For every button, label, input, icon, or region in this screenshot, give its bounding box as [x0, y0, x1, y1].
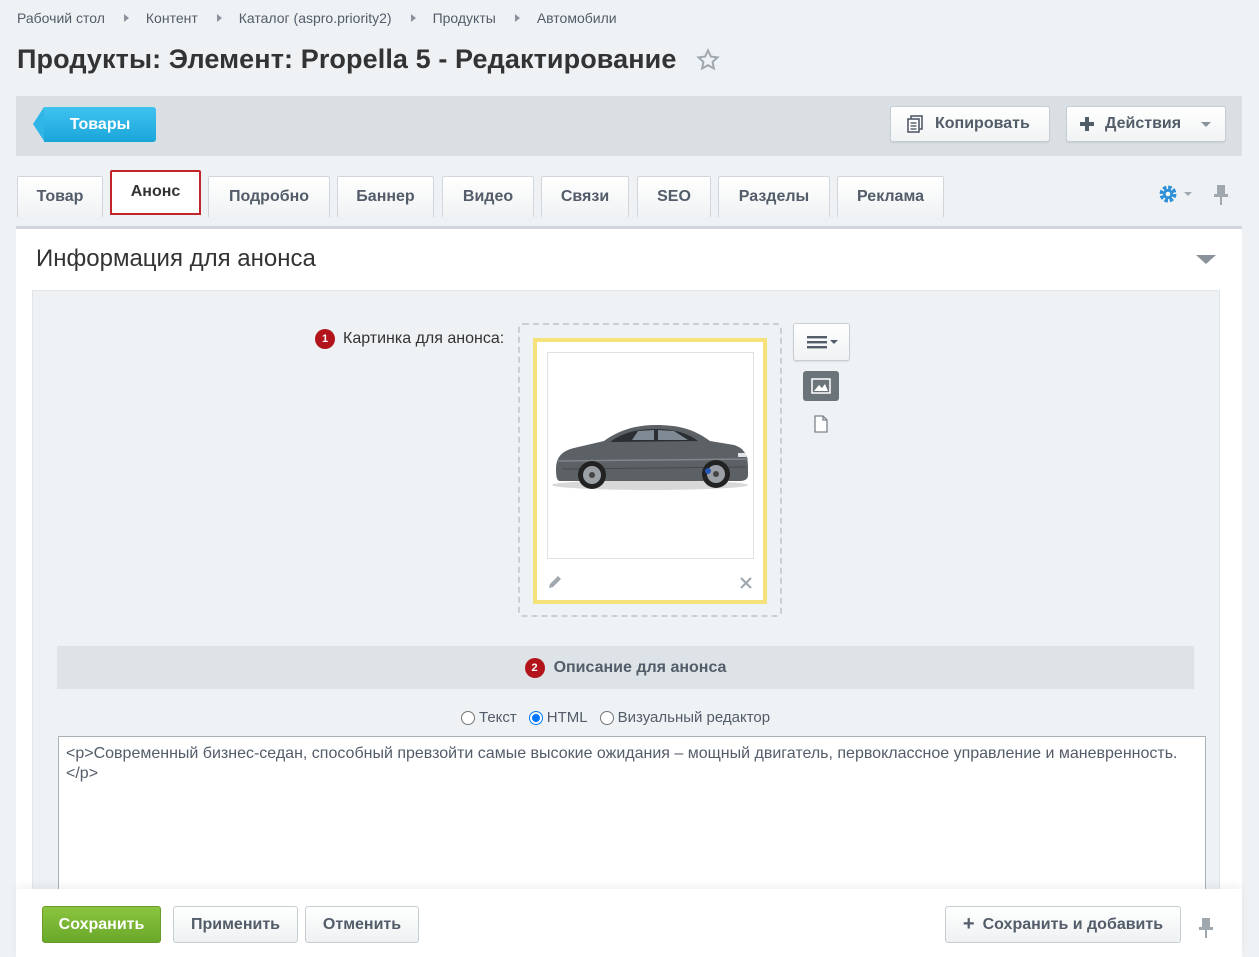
tab-seo[interactable]: SEO [637, 176, 711, 217]
picture-field-label-text: Картинка для анонса: [343, 330, 505, 347]
radio-visual-editor[interactable] [599, 710, 614, 725]
image-tools [793, 323, 850, 433]
breadcrumb: Рабочий стол Контент Каталог (aspro.prio… [17, 10, 617, 26]
plus-icon [1079, 116, 1095, 132]
tab-banner[interactable]: Баннер [337, 176, 434, 217]
menu-icon [806, 336, 838, 349]
tab-video[interactable]: Видео [442, 176, 534, 217]
mode-option-visual[interactable]: Визуальный редактор [599, 709, 771, 726]
breadcrumb-separator-icon [514, 14, 520, 22]
pin-icon[interactable] [1197, 916, 1215, 940]
mode-option-label: Визуальный редактор [617, 709, 771, 726]
section-body: 1 Картинка для анонса: 2 Описание для ан… [32, 290, 1220, 957]
breadcrumb-item-cars[interactable]: Автомобили [537, 10, 617, 26]
mode-option-label: HTML [546, 709, 588, 726]
breadcrumb-separator-icon [216, 14, 222, 22]
mode-option-text[interactable]: Текст [461, 709, 517, 726]
tab-links[interactable]: Связи [541, 176, 629, 217]
pin-icon[interactable] [1212, 183, 1230, 207]
breadcrumb-item-products[interactable]: Продукты [433, 10, 496, 26]
image-dropzone[interactable] [518, 323, 782, 617]
save-button[interactable]: Сохранить [42, 906, 161, 943]
page-title: Продукты: Элемент: Propella 5 - Редактир… [17, 44, 677, 74]
picture-field-label: 1 Картинка для анонса: [315, 329, 504, 349]
close-icon[interactable] [739, 576, 753, 590]
breadcrumb-item-desktop[interactable]: Рабочий стол [17, 10, 105, 26]
file-icon[interactable] [813, 415, 829, 433]
breadcrumb-item-catalog[interactable]: Каталог (aspro.priority2) [239, 10, 392, 26]
car-image [552, 425, 749, 490]
field-number-badge: 1 [315, 329, 335, 349]
actions-button[interactable]: Действия [1066, 106, 1226, 142]
tab-advertising[interactable]: Реклама [837, 176, 944, 217]
pencil-icon[interactable] [547, 574, 563, 590]
copy-button[interactable]: Копировать [890, 106, 1050, 142]
radio-text[interactable] [461, 710, 475, 725]
image-preview[interactable] [547, 352, 754, 559]
tab-details[interactable]: Подробно [208, 176, 330, 217]
cancel-button[interactable]: Отменить [305, 906, 419, 943]
save-and-add-button[interactable]: + Сохранить и добавить [945, 906, 1181, 943]
title-row: Продукты: Элемент: Propella 5 - Редактир… [17, 44, 721, 75]
chevron-down-icon [1184, 192, 1192, 196]
apply-button[interactable]: Применить [173, 906, 298, 943]
image-upload-button[interactable] [803, 371, 839, 401]
actions-button-label: Действия [1105, 115, 1182, 132]
tab-product[interactable]: Товар [17, 176, 103, 217]
tab-settings-button[interactable] [1158, 184, 1192, 204]
plus-icon: + [962, 913, 975, 935]
mode-option-html[interactable]: HTML [528, 709, 588, 726]
description-field-label: Описание для анонса [553, 658, 727, 676]
image-card [533, 338, 767, 604]
content-panel: Информация для анонса 1 Картинка для ано… [16, 226, 1242, 957]
gear-icon [1159, 185, 1177, 203]
breadcrumb-separator-icon [410, 14, 416, 22]
field-number-badge: 2 [524, 657, 545, 678]
save-and-add-label: Сохранить и добавить [982, 915, 1164, 933]
tab-announce[interactable]: Анонс [110, 170, 201, 215]
star-icon[interactable] [696, 47, 721, 72]
back-to-goods-button[interactable]: Товары [33, 107, 156, 142]
mode-option-label: Текст [479, 709, 517, 726]
image-menu-button[interactable] [793, 323, 850, 361]
description-mode-selector: Текст HTML Визуальный редактор [461, 709, 782, 726]
breadcrumb-separator-icon [123, 14, 129, 22]
radio-html[interactable] [528, 710, 543, 725]
footer-bar: Сохранить Применить Отменить + Сохранить… [16, 889, 1242, 957]
tab-sections[interactable]: Разделы [718, 176, 830, 217]
copy-icon [905, 114, 925, 134]
description-header: 2 Описание для анонса [57, 646, 1194, 689]
toolbar: Товары Копировать Действия [16, 96, 1242, 156]
section-title: Информация для анонса [36, 245, 316, 272]
breadcrumb-item-content[interactable]: Контент [146, 10, 198, 26]
image-icon [811, 378, 831, 394]
copy-button-label: Копировать [935, 115, 1030, 132]
collapse-icon[interactable] [1196, 255, 1216, 264]
chevron-down-icon [1201, 121, 1212, 127]
